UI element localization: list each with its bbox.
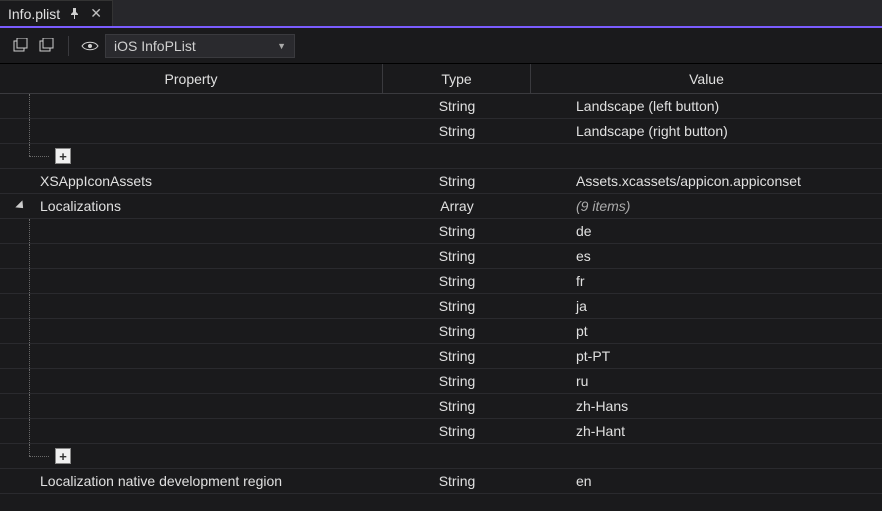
type-cell — [383, 444, 531, 468]
property-cell: Localization native development region — [0, 469, 383, 493]
value-cell[interactable]: fr — [531, 269, 882, 293]
table-row[interactable]: String fr — [0, 269, 882, 294]
property-text: Localization native development region — [40, 473, 282, 489]
property-cell — [0, 419, 383, 443]
expand-all-button[interactable] — [10, 35, 32, 57]
value-cell[interactable]: Assets.xcassets/appicon.appiconset — [531, 169, 882, 193]
tab-title: Info.plist — [8, 6, 60, 22]
value-cell[interactable]: ru — [531, 369, 882, 393]
property-text: XSAppIconAssets — [40, 173, 152, 189]
value-cell[interactable]: es — [531, 244, 882, 268]
type-cell: Array — [383, 194, 531, 218]
type-cell: String — [383, 94, 531, 118]
plist-rows: String Landscape (left button) String La… — [0, 94, 882, 494]
collapse-all-button[interactable] — [36, 35, 58, 57]
table-row[interactable]: String pt — [0, 319, 882, 344]
table-row[interactable]: + — [0, 444, 882, 469]
value-cell[interactable]: zh-Hans — [531, 394, 882, 418]
type-cell: String — [383, 344, 531, 368]
type-cell: String — [383, 169, 531, 193]
type-cell: String — [383, 319, 531, 343]
type-cell: String — [383, 419, 531, 443]
type-cell: String — [383, 469, 531, 493]
add-row-button[interactable]: + — [55, 148, 71, 164]
property-cell: XSAppIconAssets — [0, 169, 383, 193]
type-cell: String — [383, 369, 531, 393]
property-cell — [0, 394, 383, 418]
value-cell — [531, 444, 882, 468]
table-row[interactable]: String de — [0, 219, 882, 244]
value-cell[interactable]: ja — [531, 294, 882, 318]
type-cell: String — [383, 294, 531, 318]
property-cell — [0, 94, 383, 118]
property-cell — [0, 344, 383, 368]
table-row[interactable]: + — [0, 144, 882, 169]
table-row[interactable]: String zh-Hans — [0, 394, 882, 419]
pin-icon[interactable] — [66, 6, 82, 22]
scope-dropdown-label: iOS InfoPList — [114, 38, 196, 54]
toolbar: iOS InfoPList ▼ — [0, 28, 882, 64]
table-row[interactable]: String ja — [0, 294, 882, 319]
close-icon[interactable]: ✕ — [88, 6, 104, 22]
column-header-value[interactable]: Value — [531, 64, 882, 93]
type-cell: String — [383, 119, 531, 143]
value-cell[interactable]: de — [531, 219, 882, 243]
value-cell — [531, 144, 882, 168]
value-cell[interactable]: en — [531, 469, 882, 493]
table-row[interactable]: String es — [0, 244, 882, 269]
property-cell — [0, 219, 383, 243]
value-cell[interactable]: Landscape (right button) — [531, 119, 882, 143]
chevron-down-icon: ▼ — [277, 41, 286, 51]
property-cell — [0, 119, 383, 143]
table-row[interactable]: String pt-PT — [0, 344, 882, 369]
type-cell: String — [383, 219, 531, 243]
table-row[interactable]: String Landscape (left button) — [0, 94, 882, 119]
value-cell[interactable]: Landscape (left button) — [531, 94, 882, 118]
table-row[interactable]: XSAppIconAssets String Assets.xcassets/a… — [0, 169, 882, 194]
add-row-button[interactable]: + — [55, 448, 71, 464]
table-row[interactable]: Localization native development region S… — [0, 469, 882, 494]
property-cell — [0, 269, 383, 293]
tab-info-plist[interactable]: Info.plist ✕ — [0, 0, 113, 26]
table-row[interactable]: String Landscape (right button) — [0, 119, 882, 144]
column-header-type[interactable]: Type — [383, 64, 531, 93]
tab-bar: Info.plist ✕ — [0, 0, 882, 28]
column-headers: Property Type Value — [0, 64, 882, 94]
type-cell: String — [383, 394, 531, 418]
toolbar-separator — [68, 36, 69, 56]
scope-dropdown[interactable]: iOS InfoPList ▼ — [105, 34, 295, 58]
view-toggle-button[interactable] — [79, 35, 101, 57]
property-cell — [0, 319, 383, 343]
property-cell: + — [0, 144, 383, 168]
property-cell — [0, 369, 383, 393]
type-cell: String — [383, 269, 531, 293]
property-cell — [0, 244, 383, 268]
value-cell[interactable]: pt — [531, 319, 882, 343]
value-cell: (9 items) — [531, 194, 882, 218]
property-cell: + — [0, 444, 383, 468]
type-cell: String — [383, 244, 531, 268]
table-row[interactable]: Localizations Array (9 items) — [0, 194, 882, 219]
value-cell[interactable]: zh-Hant — [531, 419, 882, 443]
property-cell: Localizations — [0, 194, 383, 218]
expand-caret-icon[interactable] — [15, 200, 26, 211]
column-header-property[interactable]: Property — [0, 64, 383, 93]
type-cell — [383, 144, 531, 168]
property-text: Localizations — [40, 198, 121, 214]
table-row[interactable]: String zh-Hant — [0, 419, 882, 444]
property-cell — [0, 294, 383, 318]
table-row[interactable]: String ru — [0, 369, 882, 394]
value-cell[interactable]: pt-PT — [531, 344, 882, 368]
